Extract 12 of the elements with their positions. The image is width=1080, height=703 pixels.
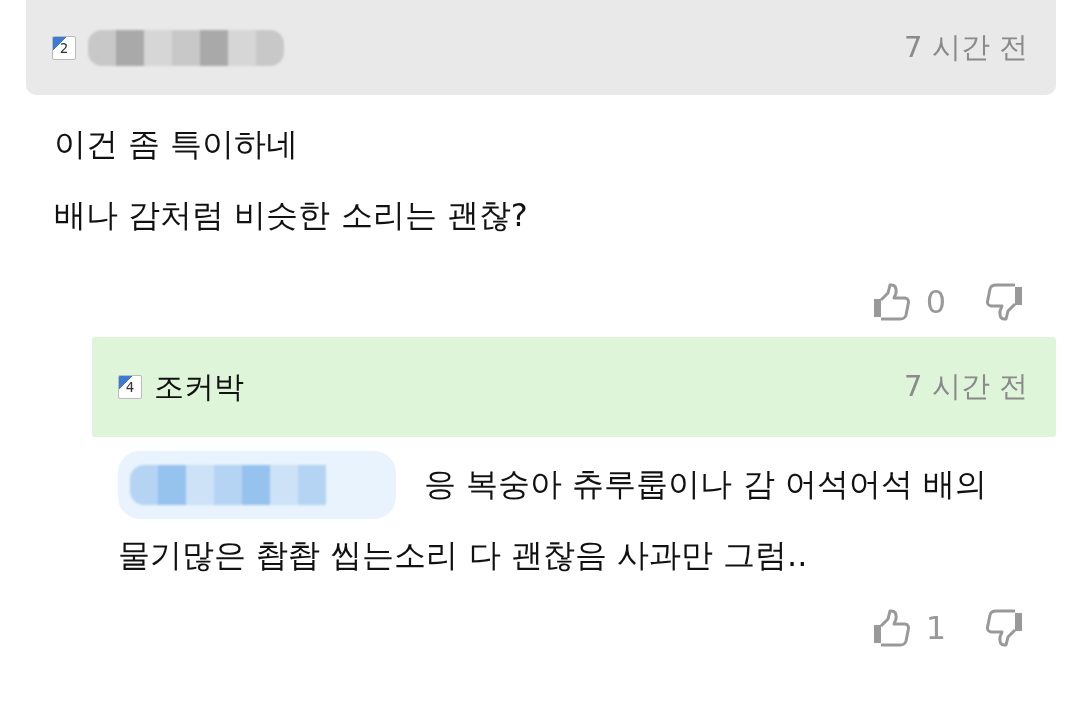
timestamp: 7 시간 전 xyxy=(904,28,1028,66)
comment-text: 응 복숭아 츄루룹이나 감 어석어석 배의 xyxy=(424,463,987,505)
like-count: 0 xyxy=(925,283,946,321)
username[interactable]: 조커박 xyxy=(154,366,244,408)
comment-text: 물기많은 촵촵 씹는소리 다 괜찮음 사과만 그럼.. xyxy=(118,534,808,576)
like-count: 1 xyxy=(925,609,946,647)
comment-text: 이건 좀 특이하네 xyxy=(54,123,299,165)
level-badge: 2 xyxy=(52,35,76,60)
timestamp: 7 시간 전 xyxy=(904,368,1028,405)
level-badge: 4 xyxy=(118,375,142,399)
comment-text: 배나 감처럼 비슷한 소리는 괜찮? xyxy=(54,194,528,236)
mention-chip[interactable] xyxy=(118,450,396,519)
